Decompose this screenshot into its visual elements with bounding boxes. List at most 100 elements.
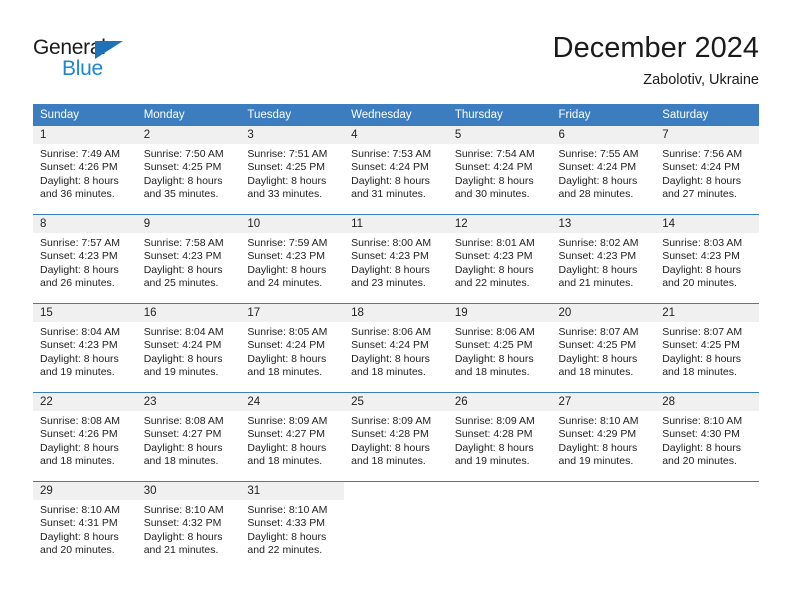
calendar-cell: 7 Sunrise: 7:56 AM Sunset: 4:24 PM Daylight… xyxy=(655,126,759,215)
calendar-day[interactable]: 14 Sunrise: 8:03 AM Sunset: 4:23 PM Dayligh… xyxy=(655,215,759,303)
calendar-cell: 14 Sunrise: 8:03 AM Sunset: 4:23 PM Dayligh… xyxy=(655,214,759,304)
daylight-duration-line2: and 33 minutes. xyxy=(247,188,323,201)
daylight-duration-line2: and 22 minutes. xyxy=(454,277,530,290)
calendar-cell: 29 Sunrise: 8:10 AM Sunset: 4:31 PM Dayligh… xyxy=(33,481,137,570)
daylight-duration-line2: and 20 minutes. xyxy=(662,455,737,468)
day-details: Sunrise: 8:07 AM Sunset: 4:25 PM Daylight:… xyxy=(655,322,759,380)
daylight-duration-line2: and 18 minutes. xyxy=(40,455,115,468)
sunset-time: Sunset: 4:25 PM xyxy=(558,339,637,352)
sunset-time: Sunset: 4:24 PM xyxy=(351,161,429,174)
day-number: 29 xyxy=(33,482,137,500)
calendar-header-row: Sunday Monday Tuesday Wednesday Thursday… xyxy=(33,104,759,126)
calendar-day[interactable]: 25 Sunrise: 8:09 AM Sunset: 4:28 PM Dayligh… xyxy=(344,393,448,481)
general-blue-logo[interactable]: General Blue xyxy=(33,36,223,88)
day-number: 19 xyxy=(447,304,552,322)
calendar-cell xyxy=(655,481,759,570)
calendar-cell: 30 Sunrise: 8:10 AM Sunset: 4:32 PM Dayligh… xyxy=(136,481,241,570)
calendar-day[interactable]: 6 Sunrise: 7:55 AM Sunset: 4:24 PM Daylight… xyxy=(551,126,656,214)
daylight-duration-line2: and 28 minutes. xyxy=(558,188,634,201)
calendar-day[interactable]: 29 Sunrise: 8:10 AM Sunset: 4:31 PM Dayligh… xyxy=(33,482,137,570)
daylight-duration-line1: Daylight: 8 hours xyxy=(40,352,119,365)
sunset-time: Sunset: 4:23 PM xyxy=(454,250,533,263)
calendar-day[interactable]: 16 Sunrise: 8:04 AM Sunset: 4:24 PM Dayligh… xyxy=(136,304,241,392)
sunset-time: Sunset: 4:24 PM xyxy=(351,339,429,352)
calendar-cell: 24 Sunrise: 8:09 AM Sunset: 4:27 PM Dayligh… xyxy=(240,392,345,482)
daylight-duration-line1: Daylight: 8 hours xyxy=(143,352,223,365)
calendar-day[interactable]: 31 Sunrise: 8:10 AM Sunset: 4:33 PM Dayligh… xyxy=(240,482,345,570)
day-number: 17 xyxy=(240,304,345,322)
daylight-duration-line2: and 18 minutes. xyxy=(143,455,219,468)
day-details: Sunrise: 8:00 AM Sunset: 4:23 PM Daylight:… xyxy=(344,233,448,291)
sunrise-time: Sunrise: 8:10 AM xyxy=(247,504,328,516)
daylight-duration-line2: and 20 minutes. xyxy=(662,277,737,290)
sunrise-sunset-calendar: Sunday Monday Tuesday Wednesday Thursday… xyxy=(33,104,759,570)
calendar-cell: 18 Sunrise: 8:06 AM Sunset: 4:24 PM Dayligh… xyxy=(344,303,448,393)
day-number: 24 xyxy=(240,393,345,411)
daylight-duration-line2: and 30 minutes. xyxy=(454,188,530,201)
calendar-day[interactable]: 15 Sunrise: 8:04 AM Sunset: 4:23 PM Dayligh… xyxy=(33,304,137,392)
calendar-day[interactable]: 23 Sunrise: 8:08 AM Sunset: 4:27 PM Dayligh… xyxy=(136,393,241,481)
page-header: General Blue December 2024 Zabolotiv, Uk… xyxy=(0,0,792,100)
sunrise-time: Sunrise: 8:10 AM xyxy=(40,504,120,516)
sunset-time: Sunset: 4:24 PM xyxy=(143,339,222,352)
calendar-day[interactable]: 4 Sunrise: 7:53 AM Sunset: 4:24 PM Daylight… xyxy=(344,126,448,214)
calendar-day[interactable]: 20 Sunrise: 8:07 AM Sunset: 4:25 PM Dayligh… xyxy=(551,304,656,392)
day-details: Sunrise: 7:58 AM Sunset: 4:23 PM Daylight:… xyxy=(137,233,241,291)
calendar-day[interactable]: 3 Sunrise: 7:51 AM Sunset: 4:25 PM Daylight… xyxy=(240,126,345,214)
calendar-day[interactable]: 19 Sunrise: 8:06 AM Sunset: 4:25 PM Dayligh… xyxy=(447,304,552,392)
calendar-day[interactable]: 26 Sunrise: 8:09 AM Sunset: 4:28 PM Dayligh… xyxy=(447,393,552,481)
location-subtitle: Zabolotiv, Ukraine xyxy=(643,72,759,88)
calendar-week-row: 15 Sunrise: 8:04 AM Sunset: 4:23 PM Dayligh… xyxy=(33,303,759,393)
calendar-day[interactable]: 12 Sunrise: 8:01 AM Sunset: 4:23 PM Dayligh… xyxy=(447,215,552,303)
logo-word-blue: Blue xyxy=(62,57,103,80)
sunset-time: Sunset: 4:23 PM xyxy=(143,250,222,263)
calendar-day[interactable]: 9 Sunrise: 7:58 AM Sunset: 4:23 PM Daylight… xyxy=(136,215,241,303)
calendar-day[interactable]: 21 Sunrise: 8:07 AM Sunset: 4:25 PM Dayligh… xyxy=(655,304,759,392)
day-number: 2 xyxy=(136,126,241,144)
calendar-week-row: 1 Sunrise: 7:49 AM Sunset: 4:26 PM Daylight… xyxy=(33,126,759,215)
calendar-day[interactable]: 24 Sunrise: 8:09 AM Sunset: 4:27 PM Dayligh… xyxy=(240,393,345,481)
calendar-day[interactable]: 28 Sunrise: 8:10 AM Sunset: 4:30 PM Dayligh… xyxy=(655,393,759,481)
calendar-day[interactable]: 18 Sunrise: 8:06 AM Sunset: 4:24 PM Dayligh… xyxy=(344,304,448,392)
calendar-day[interactable]: 8 Sunrise: 7:57 AM Sunset: 4:23 PM Daylight… xyxy=(33,215,137,303)
calendar-day[interactable]: 7 Sunrise: 7:56 AM Sunset: 4:24 PM Daylight… xyxy=(655,126,759,214)
calendar-week-row: 8 Sunrise: 7:57 AM Sunset: 4:23 PM Daylight… xyxy=(33,214,759,304)
title-block: December 2024 Zabolotiv, Ukraine xyxy=(553,30,759,90)
sunrise-time: Sunrise: 8:00 AM xyxy=(351,237,432,249)
calendar-day[interactable]: 27 Sunrise: 8:10 AM Sunset: 4:29 PM Dayligh… xyxy=(551,393,656,481)
weekday-header-thursday: Thursday xyxy=(447,104,552,126)
day-number: 3 xyxy=(240,126,345,144)
calendar-day[interactable]: 10 Sunrise: 7:59 AM Sunset: 4:23 PM Dayligh… xyxy=(240,215,345,303)
calendar-day[interactable]: 13 Sunrise: 8:02 AM Sunset: 4:23 PM Dayligh… xyxy=(551,215,656,303)
day-details: Sunrise: 7:53 AM Sunset: 4:24 PM Daylight:… xyxy=(344,144,448,202)
daylight-duration-line1: Daylight: 8 hours xyxy=(247,530,327,543)
daylight-duration-line2: and 24 minutes. xyxy=(247,277,323,290)
day-number: 28 xyxy=(655,393,759,411)
calendar-day[interactable]: 22 Sunrise: 8:08 AM Sunset: 4:26 PM Dayligh… xyxy=(33,393,137,481)
calendar-day[interactable]: 11 Sunrise: 8:00 AM Sunset: 4:23 PM Dayligh… xyxy=(344,215,448,303)
sunrise-time: Sunrise: 7:56 AM xyxy=(662,148,743,160)
day-number: 25 xyxy=(344,393,448,411)
day-details: Sunrise: 8:10 AM Sunset: 4:30 PM Daylight:… xyxy=(655,411,759,469)
day-number: 7 xyxy=(655,126,759,144)
calendar-day[interactable]: 17 Sunrise: 8:05 AM Sunset: 4:24 PM Dayligh… xyxy=(240,304,345,392)
calendar-day[interactable]: 30 Sunrise: 8:10 AM Sunset: 4:32 PM Dayligh… xyxy=(136,482,241,570)
calendar-day[interactable]: 2 Sunrise: 7:50 AM Sunset: 4:25 PM Daylight… xyxy=(136,126,241,214)
calendar-day[interactable]: 5 Sunrise: 7:54 AM Sunset: 4:24 PM Daylight… xyxy=(447,126,552,214)
daylight-duration-line2: and 18 minutes. xyxy=(351,366,426,379)
calendar-cell xyxy=(447,481,552,570)
daylight-duration-line2: and 36 minutes. xyxy=(40,188,115,201)
daylight-duration-line1: Daylight: 8 hours xyxy=(143,174,223,187)
sunrise-time: Sunrise: 8:01 AM xyxy=(454,237,535,249)
page-title: December 2024 xyxy=(552,32,759,64)
daylight-duration-line1: Daylight: 8 hours xyxy=(454,441,534,454)
calendar-cell: 15 Sunrise: 8:04 AM Sunset: 4:23 PM Dayligh… xyxy=(33,303,137,393)
calendar-cell: 19 Sunrise: 8:06 AM Sunset: 4:25 PM Dayligh… xyxy=(447,303,552,393)
daylight-duration-line1: Daylight: 8 hours xyxy=(247,174,327,187)
daylight-duration-line2: and 22 minutes. xyxy=(247,544,323,557)
daylight-duration-line1: Daylight: 8 hours xyxy=(558,441,638,454)
calendar-day[interactable]: 1 Sunrise: 7:49 AM Sunset: 4:26 PM Daylight… xyxy=(33,126,137,214)
calendar-week-row: 29 Sunrise: 8:10 AM Sunset: 4:31 PM Dayligh… xyxy=(33,481,759,570)
daylight-duration-line1: Daylight: 8 hours xyxy=(351,352,430,365)
day-details: Sunrise: 7:57 AM Sunset: 4:23 PM Daylight:… xyxy=(33,233,137,291)
